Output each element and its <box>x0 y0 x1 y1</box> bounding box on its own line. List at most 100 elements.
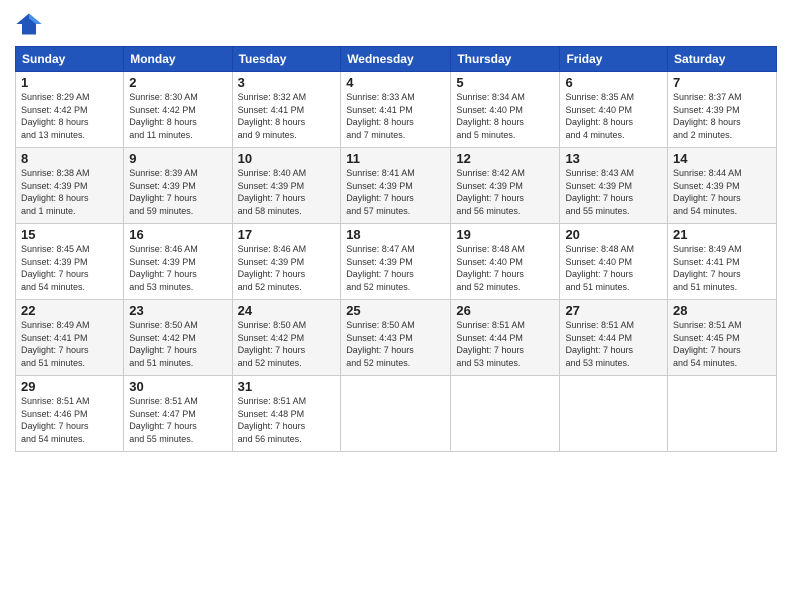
calendar-cell: 7Sunrise: 8:37 AM Sunset: 4:39 PM Daylig… <box>668 72 777 148</box>
day-info: Sunrise: 8:29 AM Sunset: 4:42 PM Dayligh… <box>21 91 118 141</box>
calendar-week: 15Sunrise: 8:45 AM Sunset: 4:39 PM Dayli… <box>16 224 777 300</box>
day-number: 31 <box>238 379 336 394</box>
day-number: 7 <box>673 75 771 90</box>
calendar-cell: 13Sunrise: 8:43 AM Sunset: 4:39 PM Dayli… <box>560 148 668 224</box>
calendar-cell: 9Sunrise: 8:39 AM Sunset: 4:39 PM Daylig… <box>124 148 232 224</box>
calendar-cell: 22Sunrise: 8:49 AM Sunset: 4:41 PM Dayli… <box>16 300 124 376</box>
calendar-cell: 1Sunrise: 8:29 AM Sunset: 4:42 PM Daylig… <box>16 72 124 148</box>
day-info: Sunrise: 8:34 AM Sunset: 4:40 PM Dayligh… <box>456 91 554 141</box>
day-info: Sunrise: 8:49 AM Sunset: 4:41 PM Dayligh… <box>673 243 771 293</box>
calendar-cell: 29Sunrise: 8:51 AM Sunset: 4:46 PM Dayli… <box>16 376 124 452</box>
day-info: Sunrise: 8:46 AM Sunset: 4:39 PM Dayligh… <box>238 243 336 293</box>
calendar-week: 22Sunrise: 8:49 AM Sunset: 4:41 PM Dayli… <box>16 300 777 376</box>
calendar-cell: 12Sunrise: 8:42 AM Sunset: 4:39 PM Dayli… <box>451 148 560 224</box>
day-number: 27 <box>565 303 662 318</box>
day-number: 18 <box>346 227 445 242</box>
calendar-cell: 28Sunrise: 8:51 AM Sunset: 4:45 PM Dayli… <box>668 300 777 376</box>
calendar-cell: 20Sunrise: 8:48 AM Sunset: 4:40 PM Dayli… <box>560 224 668 300</box>
header <box>15 10 777 38</box>
day-info: Sunrise: 8:51 AM Sunset: 4:44 PM Dayligh… <box>456 319 554 369</box>
day-number: 5 <box>456 75 554 90</box>
day-info: Sunrise: 8:47 AM Sunset: 4:39 PM Dayligh… <box>346 243 445 293</box>
day-info: Sunrise: 8:42 AM Sunset: 4:39 PM Dayligh… <box>456 167 554 217</box>
header-day: Sunday <box>16 47 124 72</box>
calendar-cell <box>341 376 451 452</box>
day-number: 1 <box>21 75 118 90</box>
page: SundayMondayTuesdayWednesdayThursdayFrid… <box>0 0 792 612</box>
day-number: 9 <box>129 151 226 166</box>
day-info: Sunrise: 8:30 AM Sunset: 4:42 PM Dayligh… <box>129 91 226 141</box>
day-number: 23 <box>129 303 226 318</box>
day-info: Sunrise: 8:38 AM Sunset: 4:39 PM Dayligh… <box>21 167 118 217</box>
logo-icon <box>15 10 43 38</box>
calendar-cell: 3Sunrise: 8:32 AM Sunset: 4:41 PM Daylig… <box>232 72 341 148</box>
day-number: 20 <box>565 227 662 242</box>
day-info: Sunrise: 8:33 AM Sunset: 4:41 PM Dayligh… <box>346 91 445 141</box>
calendar: SundayMondayTuesdayWednesdayThursdayFrid… <box>15 46 777 452</box>
day-info: Sunrise: 8:49 AM Sunset: 4:41 PM Dayligh… <box>21 319 118 369</box>
day-number: 12 <box>456 151 554 166</box>
header-row: SundayMondayTuesdayWednesdayThursdayFrid… <box>16 47 777 72</box>
calendar-cell: 18Sunrise: 8:47 AM Sunset: 4:39 PM Dayli… <box>341 224 451 300</box>
calendar-cell: 15Sunrise: 8:45 AM Sunset: 4:39 PM Dayli… <box>16 224 124 300</box>
day-info: Sunrise: 8:51 AM Sunset: 4:48 PM Dayligh… <box>238 395 336 445</box>
day-number: 2 <box>129 75 226 90</box>
header-day: Saturday <box>668 47 777 72</box>
day-info: Sunrise: 8:41 AM Sunset: 4:39 PM Dayligh… <box>346 167 445 217</box>
calendar-cell: 14Sunrise: 8:44 AM Sunset: 4:39 PM Dayli… <box>668 148 777 224</box>
header-day: Tuesday <box>232 47 341 72</box>
calendar-cell: 10Sunrise: 8:40 AM Sunset: 4:39 PM Dayli… <box>232 148 341 224</box>
day-info: Sunrise: 8:46 AM Sunset: 4:39 PM Dayligh… <box>129 243 226 293</box>
calendar-cell: 11Sunrise: 8:41 AM Sunset: 4:39 PM Dayli… <box>341 148 451 224</box>
day-number: 6 <box>565 75 662 90</box>
calendar-cell: 30Sunrise: 8:51 AM Sunset: 4:47 PM Dayli… <box>124 376 232 452</box>
day-number: 14 <box>673 151 771 166</box>
day-info: Sunrise: 8:51 AM Sunset: 4:45 PM Dayligh… <box>673 319 771 369</box>
day-number: 29 <box>21 379 118 394</box>
calendar-cell: 24Sunrise: 8:50 AM Sunset: 4:42 PM Dayli… <box>232 300 341 376</box>
calendar-cell: 2Sunrise: 8:30 AM Sunset: 4:42 PM Daylig… <box>124 72 232 148</box>
calendar-cell: 6Sunrise: 8:35 AM Sunset: 4:40 PM Daylig… <box>560 72 668 148</box>
day-number: 30 <box>129 379 226 394</box>
day-number: 15 <box>21 227 118 242</box>
day-number: 24 <box>238 303 336 318</box>
calendar-week: 8Sunrise: 8:38 AM Sunset: 4:39 PM Daylig… <box>16 148 777 224</box>
calendar-cell: 17Sunrise: 8:46 AM Sunset: 4:39 PM Dayli… <box>232 224 341 300</box>
calendar-cell: 25Sunrise: 8:50 AM Sunset: 4:43 PM Dayli… <box>341 300 451 376</box>
calendar-cell: 5Sunrise: 8:34 AM Sunset: 4:40 PM Daylig… <box>451 72 560 148</box>
day-info: Sunrise: 8:45 AM Sunset: 4:39 PM Dayligh… <box>21 243 118 293</box>
day-info: Sunrise: 8:37 AM Sunset: 4:39 PM Dayligh… <box>673 91 771 141</box>
day-info: Sunrise: 8:51 AM Sunset: 4:46 PM Dayligh… <box>21 395 118 445</box>
header-day: Thursday <box>451 47 560 72</box>
day-number: 26 <box>456 303 554 318</box>
calendar-cell: 16Sunrise: 8:46 AM Sunset: 4:39 PM Dayli… <box>124 224 232 300</box>
header-day: Wednesday <box>341 47 451 72</box>
day-info: Sunrise: 8:50 AM Sunset: 4:43 PM Dayligh… <box>346 319 445 369</box>
day-number: 16 <box>129 227 226 242</box>
day-info: Sunrise: 8:50 AM Sunset: 4:42 PM Dayligh… <box>238 319 336 369</box>
calendar-body: 1Sunrise: 8:29 AM Sunset: 4:42 PM Daylig… <box>16 72 777 452</box>
day-number: 21 <box>673 227 771 242</box>
day-number: 25 <box>346 303 445 318</box>
day-info: Sunrise: 8:51 AM Sunset: 4:47 PM Dayligh… <box>129 395 226 445</box>
calendar-cell: 8Sunrise: 8:38 AM Sunset: 4:39 PM Daylig… <box>16 148 124 224</box>
header-day: Friday <box>560 47 668 72</box>
calendar-cell: 4Sunrise: 8:33 AM Sunset: 4:41 PM Daylig… <box>341 72 451 148</box>
day-info: Sunrise: 8:32 AM Sunset: 4:41 PM Dayligh… <box>238 91 336 141</box>
day-number: 28 <box>673 303 771 318</box>
day-number: 10 <box>238 151 336 166</box>
calendar-cell: 27Sunrise: 8:51 AM Sunset: 4:44 PM Dayli… <box>560 300 668 376</box>
day-info: Sunrise: 8:43 AM Sunset: 4:39 PM Dayligh… <box>565 167 662 217</box>
calendar-header: SundayMondayTuesdayWednesdayThursdayFrid… <box>16 47 777 72</box>
day-info: Sunrise: 8:40 AM Sunset: 4:39 PM Dayligh… <box>238 167 336 217</box>
calendar-cell: 31Sunrise: 8:51 AM Sunset: 4:48 PM Dayli… <box>232 376 341 452</box>
calendar-cell: 26Sunrise: 8:51 AM Sunset: 4:44 PM Dayli… <box>451 300 560 376</box>
day-info: Sunrise: 8:48 AM Sunset: 4:40 PM Dayligh… <box>565 243 662 293</box>
day-info: Sunrise: 8:50 AM Sunset: 4:42 PM Dayligh… <box>129 319 226 369</box>
calendar-cell <box>451 376 560 452</box>
day-info: Sunrise: 8:48 AM Sunset: 4:40 PM Dayligh… <box>456 243 554 293</box>
day-number: 22 <box>21 303 118 318</box>
day-number: 13 <box>565 151 662 166</box>
day-number: 17 <box>238 227 336 242</box>
day-info: Sunrise: 8:44 AM Sunset: 4:39 PM Dayligh… <box>673 167 771 217</box>
